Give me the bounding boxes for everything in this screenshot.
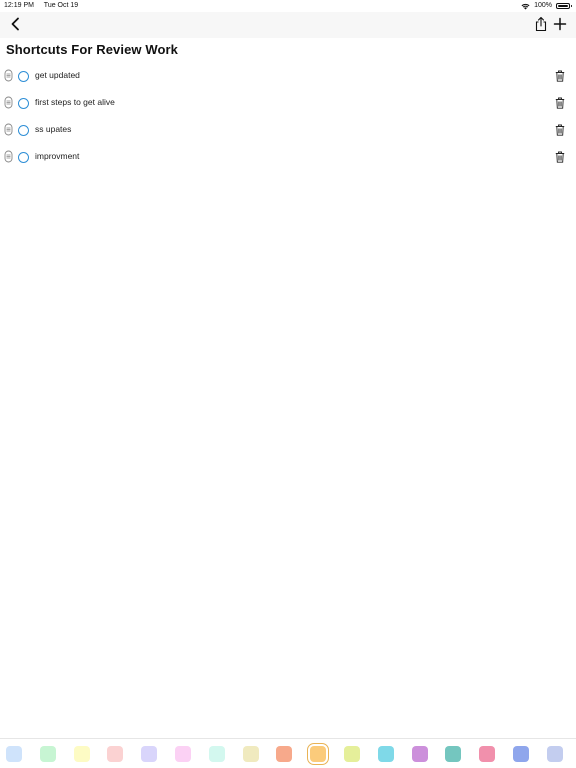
color-swatch[interactable] <box>546 746 563 762</box>
drag-handle-icon[interactable] <box>4 96 13 109</box>
nav-bar <box>0 12 576 38</box>
shortcut-list: get updated first steps to get alive ss … <box>0 62 576 170</box>
drag-handle-icon[interactable] <box>4 69 13 82</box>
color-swatch[interactable] <box>411 746 428 762</box>
drag-handle-icon[interactable] <box>4 123 13 136</box>
status-time: 12:19 PM <box>4 2 34 9</box>
trash-icon[interactable] <box>555 124 565 136</box>
list-item[interactable]: first steps to get alive <box>0 89 576 116</box>
complete-checkbox[interactable] <box>18 125 29 136</box>
battery-fill <box>558 5 568 7</box>
list-item-label[interactable]: first steps to get alive <box>35 97 115 107</box>
list-item[interactable]: improvment <box>0 143 576 170</box>
list-item-label[interactable]: improvment <box>35 151 79 161</box>
drag-handle-icon[interactable] <box>4 150 13 163</box>
complete-checkbox[interactable] <box>18 71 29 82</box>
share-icon[interactable] <box>534 16 548 32</box>
status-right: 100% <box>521 0 572 12</box>
list-item-label[interactable]: get updated <box>35 70 80 80</box>
status-date: Tue Oct 19 <box>43 2 79 9</box>
color-swatch[interactable] <box>208 746 225 762</box>
color-swatch[interactable] <box>513 746 529 762</box>
color-swatch[interactable] <box>73 746 90 762</box>
list-item[interactable]: get updated <box>0 62 576 89</box>
color-swatch[interactable] <box>242 746 259 762</box>
color-picker-bar <box>0 738 576 768</box>
status-bar: 12:19 PM Tue Oct 19 100% <box>0 0 576 12</box>
complete-checkbox[interactable] <box>18 152 29 163</box>
color-swatch[interactable] <box>276 746 293 762</box>
status-left: 12:19 PM Tue Oct 19 <box>4 0 86 12</box>
color-swatch[interactable] <box>307 743 330 765</box>
app-screen: 12:19 PM Tue Oct 19 100% Shortcuts For R… <box>0 0 576 768</box>
color-swatch[interactable] <box>175 746 191 762</box>
color-swatch[interactable] <box>39 746 56 762</box>
color-swatch[interactable] <box>141 746 158 762</box>
color-swatch[interactable] <box>344 746 360 762</box>
color-swatch[interactable] <box>6 746 22 762</box>
color-swatch[interactable] <box>445 746 462 762</box>
color-swatch[interactable] <box>107 746 124 762</box>
list-item[interactable]: ss upates <box>0 116 576 143</box>
wifi-icon <box>521 3 530 9</box>
trash-icon[interactable] <box>555 70 565 82</box>
chevron-left-icon[interactable] <box>8 16 24 32</box>
color-swatch[interactable] <box>377 746 394 762</box>
trash-icon[interactable] <box>555 97 565 109</box>
plus-icon[interactable] <box>552 16 568 32</box>
battery-percent: 100% <box>534 2 552 9</box>
page-title: Shortcuts For Review Work <box>6 42 179 57</box>
list-item-label[interactable]: ss upates <box>35 124 71 134</box>
complete-checkbox[interactable] <box>18 98 29 109</box>
battery-icon <box>556 3 572 9</box>
trash-icon[interactable] <box>555 151 565 163</box>
color-swatch[interactable] <box>479 746 496 762</box>
